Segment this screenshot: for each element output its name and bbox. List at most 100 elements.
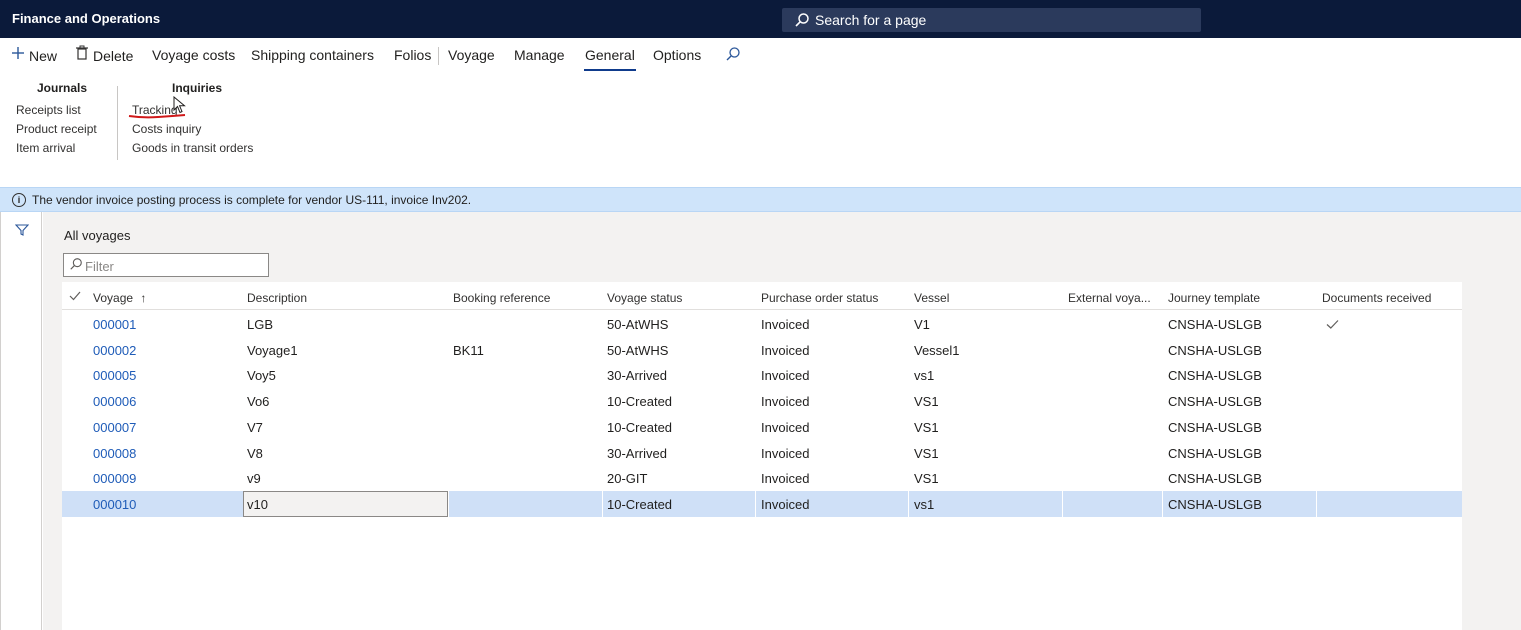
grid-filter-input[interactable]: Filter	[63, 253, 269, 277]
table-row[interactable]: 000001 LGB 50-AtWHS Invoiced V1 CNSHA-USLGB	[62, 311, 1462, 337]
column-separator	[755, 491, 756, 517]
column-separator	[1062, 491, 1063, 517]
cell-voyage-status[interactable]: 30-Arrived	[607, 368, 667, 383]
column-header-voyage[interactable]: Voyage ↑	[93, 291, 146, 305]
cell-vessel[interactable]: vs1	[914, 497, 934, 512]
cell-voyage-status[interactable]: 50-AtWHS	[607, 317, 668, 332]
table-row[interactable]: 000008 V8 30-Arrived Invoiced VS1 CNSHA-USLGB	[62, 440, 1462, 466]
cell-voyage-status[interactable]: 20-GIT	[607, 471, 647, 486]
column-header-booking-reference[interactable]: Booking reference	[453, 291, 550, 305]
menu-item-item-arrival[interactable]: Item arrival	[16, 141, 75, 155]
group-title-inquiries: Inquiries	[172, 81, 223, 95]
filter-search-icon	[69, 257, 83, 274]
description-edit-field[interactable]	[243, 491, 448, 517]
cell-voyage[interactable]: 000007	[93, 420, 136, 435]
page-search-box[interactable]: Search for a page	[782, 8, 1201, 32]
cell-description[interactable]: Voyage1	[247, 343, 298, 358]
cell-voyage[interactable]: 000006	[93, 394, 136, 409]
cell-voyage[interactable]: 000002	[93, 343, 136, 358]
cell-journey-template[interactable]: CNSHA-USLGB	[1168, 446, 1262, 461]
cell-purchase-order-status[interactable]: Invoiced	[761, 446, 809, 461]
cell-purchase-order-status[interactable]: Invoiced	[761, 497, 809, 512]
table-row[interactable]: 000009 v9 20-GIT Invoiced VS1 CNSHA-USLGB	[62, 465, 1462, 491]
view-title[interactable]: All voyages	[64, 228, 130, 243]
cell-journey-template[interactable]: CNSHA-USLGB	[1168, 497, 1262, 512]
cell-vessel[interactable]: VS1	[914, 446, 939, 461]
table-row[interactable]: 000007 V7 10-Created Invoiced VS1 CNSHA-USLGB	[62, 414, 1462, 440]
app-title[interactable]: Finance and Operations	[12, 11, 160, 26]
delete-button[interactable]: Delete	[93, 48, 133, 64]
cell-vessel[interactable]: vs1	[914, 368, 934, 383]
tab-voyage-costs[interactable]: Voyage costs	[152, 47, 235, 63]
tab-voyage[interactable]: Voyage	[448, 47, 495, 63]
column-header-voyage-status[interactable]: Voyage status	[607, 291, 682, 305]
tab-shipping-containers[interactable]: Shipping containers	[251, 47, 374, 63]
documents-received-check-icon[interactable]	[1326, 318, 1339, 333]
active-tab-indicator	[584, 69, 636, 71]
cell-description[interactable]: v10	[247, 497, 268, 512]
cell-description[interactable]: Vo6	[247, 394, 269, 409]
cell-purchase-order-status[interactable]: Invoiced	[761, 368, 809, 383]
cell-voyage[interactable]: 000009	[93, 471, 136, 486]
column-header-purchase-order-status[interactable]: Purchase order status	[761, 291, 878, 305]
menu-item-goods-in-transit-orders[interactable]: Goods in transit orders	[132, 141, 253, 155]
column-header-journey-template[interactable]: Journey template	[1168, 291, 1260, 305]
mouse-cursor-icon	[173, 96, 186, 114]
cell-voyage[interactable]: 000001	[93, 317, 136, 332]
column-header-vessel[interactable]: Vessel	[914, 291, 949, 305]
select-all-check-icon[interactable]	[69, 290, 81, 305]
tab-manage[interactable]: Manage	[514, 47, 565, 63]
cell-description[interactable]: LGB	[247, 317, 273, 332]
cell-description[interactable]: V8	[247, 446, 263, 461]
tab-folios[interactable]: Folios	[394, 47, 431, 63]
column-separator	[908, 491, 909, 517]
tab-options[interactable]: Options	[653, 47, 701, 63]
cell-journey-template[interactable]: CNSHA-USLGB	[1168, 343, 1262, 358]
table-row[interactable]: 000010 v10 10-Created Invoiced vs1 CNSHA-USLG…	[62, 491, 1462, 517]
cell-booking-reference[interactable]: BK11	[453, 343, 484, 358]
cell-journey-template[interactable]: CNSHA-USLGB	[1168, 368, 1262, 383]
cell-purchase-order-status[interactable]: Invoiced	[761, 420, 809, 435]
cell-voyage-status[interactable]: 10-Created	[607, 497, 672, 512]
cell-vessel[interactable]: VS1	[914, 471, 939, 486]
cell-journey-template[interactable]: CNSHA-USLGB	[1168, 317, 1262, 332]
column-separator	[448, 491, 449, 517]
cell-purchase-order-status[interactable]: Invoiced	[761, 343, 809, 358]
cell-voyage[interactable]: 000008	[93, 446, 136, 461]
cell-voyage-status[interactable]: 10-Created	[607, 420, 672, 435]
cell-purchase-order-status[interactable]: Invoiced	[761, 471, 809, 486]
cell-voyage[interactable]: 000010	[93, 497, 136, 512]
cell-voyage-status[interactable]: 30-Arrived	[607, 446, 667, 461]
tab-general[interactable]: General	[585, 47, 635, 63]
column-header-external-voyage[interactable]: External voya...	[1068, 291, 1151, 305]
cell-vessel[interactable]: V1	[914, 317, 930, 332]
new-button[interactable]: New	[29, 48, 57, 64]
menu-item-product-receipt[interactable]: Product receipt	[16, 122, 97, 136]
cell-description[interactable]: V7	[247, 420, 263, 435]
cell-voyage-status[interactable]: 50-AtWHS	[607, 343, 668, 358]
cell-description[interactable]: Voy5	[247, 368, 276, 383]
cell-purchase-order-status[interactable]: Invoiced	[761, 317, 809, 332]
filter-pane-icon[interactable]	[15, 224, 29, 236]
action-search-icon[interactable]	[725, 46, 741, 65]
cell-voyage[interactable]: 000005	[93, 368, 136, 383]
column-header-voyage-label: Voyage	[93, 291, 134, 305]
column-header-documents-received[interactable]: Documents received	[1322, 291, 1431, 305]
menu-item-costs-inquiry[interactable]: Costs inquiry	[132, 122, 201, 136]
menu-item-receipts-list[interactable]: Receipts list	[16, 103, 81, 117]
table-row[interactable]: 000002 Voyage1 BK11 50-AtWHS Invoiced Vessel1…	[62, 337, 1462, 363]
table-row[interactable]: 000006 Vo6 10-Created Invoiced VS1 CNSHA-USLG…	[62, 388, 1462, 414]
cell-journey-template[interactable]: CNSHA-USLGB	[1168, 394, 1262, 409]
cell-vessel[interactable]: VS1	[914, 394, 939, 409]
column-header-description[interactable]: Description	[247, 291, 307, 305]
cell-journey-template[interactable]: CNSHA-USLGB	[1168, 471, 1262, 486]
cell-vessel[interactable]: VS1	[914, 420, 939, 435]
cell-voyage-status[interactable]: 10-Created	[607, 394, 672, 409]
table-row[interactable]: 000005 Voy5 30-Arrived Invoiced vs1 CNSHA-USL…	[62, 362, 1462, 388]
cell-journey-template[interactable]: CNSHA-USLGB	[1168, 420, 1262, 435]
cell-purchase-order-status[interactable]: Invoiced	[761, 394, 809, 409]
filter-placeholder: Filter	[85, 259, 114, 274]
info-icon: i	[12, 193, 26, 207]
cell-description[interactable]: v9	[247, 471, 261, 486]
cell-vessel[interactable]: Vessel1	[914, 343, 960, 358]
